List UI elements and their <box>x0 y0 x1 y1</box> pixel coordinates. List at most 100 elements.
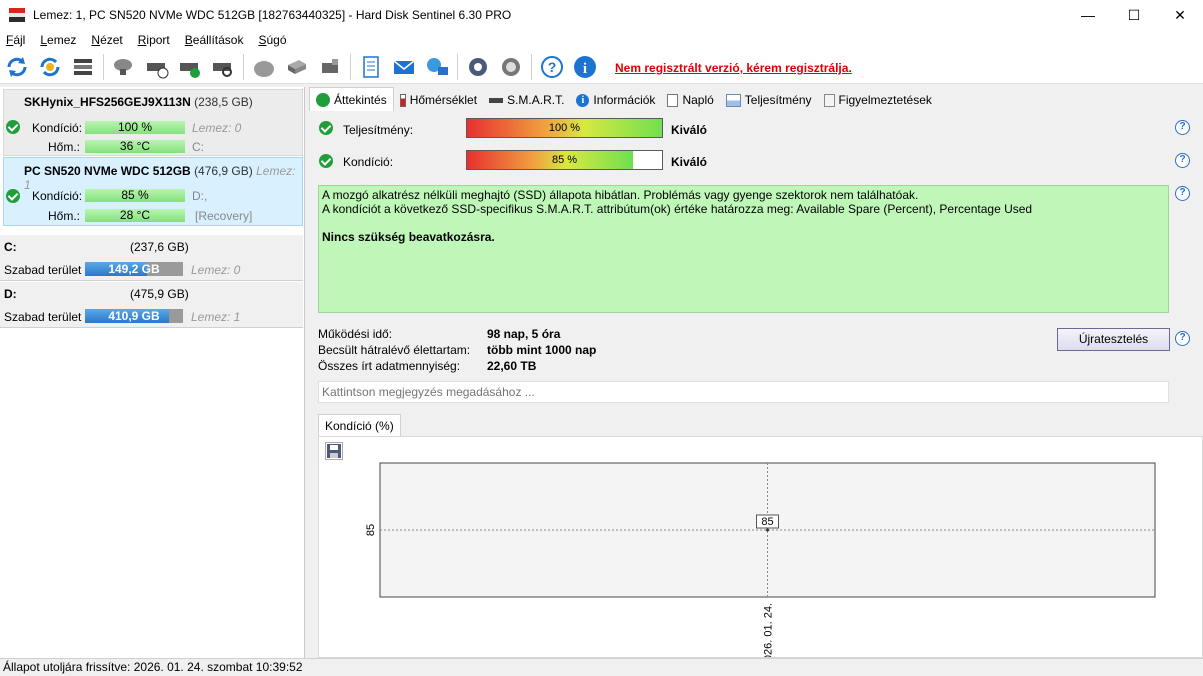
condition-value: 85 % <box>551 154 578 166</box>
sound-icon[interactable] <box>498 54 524 80</box>
help-icon[interactable]: ? <box>539 54 565 80</box>
free-space-label: Szabad terület <box>4 310 82 324</box>
temperature-bar: 36 °C <box>85 140 185 153</box>
refresh-all-icon[interactable] <box>37 54 63 80</box>
tab-smart-label: S.M.A.R.T. <box>507 93 565 107</box>
menu-file[interactable]: Fájl <box>6 33 25 47</box>
tab-smart[interactable]: S.M.A.R.T. <box>483 89 570 111</box>
tab-information[interactable]: i Információk <box>570 89 661 111</box>
tab-performance[interactable]: Teljesítmény <box>720 89 818 111</box>
status-message-line: A mozgó alkatrész nélküli meghajtó (SSD)… <box>322 188 919 202</box>
check-icon <box>316 92 330 107</box>
performance-rating: Kiváló <box>671 123 708 137</box>
menu-report[interactable]: Riport <box>138 33 170 47</box>
condition-label: Kondíció: <box>343 155 394 169</box>
disk-entry-0[interactable]: SKHynix_HFS256GEJ9X113N (238,5 GB) Kondí… <box>3 89 303 156</box>
minimize-button[interactable]: — <box>1065 0 1111 30</box>
chart-tab-condition[interactable]: Kondíció (%) <box>318 414 401 437</box>
disk-clock-icon[interactable] <box>144 54 170 80</box>
performance-label: Teljesítmény: <box>343 123 414 137</box>
written-value: 22,60 TB <box>487 359 537 373</box>
volume-entry-d[interactable]: D: (475,9 GB) Szabad terület 410,9 GB Le… <box>0 282 303 328</box>
drive-letters: C: <box>192 140 204 154</box>
free-space-value: 149,2 GB <box>108 262 160 276</box>
drive-note: Lemez: 1 <box>191 310 241 324</box>
svg-text:?: ? <box>548 59 557 75</box>
help-icon[interactable]: ? <box>1175 186 1190 201</box>
condition-value: 100 % <box>117 120 153 134</box>
data-label: 85 <box>761 516 773 528</box>
svg-text:i: i <box>583 61 587 77</box>
tab-overview[interactable]: Áttekintés <box>309 87 394 111</box>
lifetime-value: több mint 1000 nap <box>487 343 597 357</box>
menu-help-mnemonic: S <box>258 33 267 47</box>
tab-information-label: Információk <box>593 93 656 107</box>
close-button[interactable]: ✕ <box>1157 0 1203 30</box>
refresh-icon[interactable] <box>4 54 30 80</box>
status-ok-icon <box>319 121 333 135</box>
menu-settings-mnemonic: B <box>184 33 193 47</box>
help-icon[interactable]: ? <box>1175 120 1190 135</box>
tab-temperature[interactable]: Hőmérséklet <box>394 89 483 111</box>
condition-rating: Kiváló <box>671 155 708 169</box>
tab-log[interactable]: Napló <box>661 89 719 111</box>
unregistered-link[interactable]: Nem regisztrált verzió, kérem regisztrál… <box>615 61 852 75</box>
drive-icon <box>489 97 504 103</box>
close-icon: ✕ <box>1174 6 1186 23</box>
menu-help[interactable]: Súgó <box>258 33 286 47</box>
title-bar: Lemez: 1, PC SN520 NVMe WDC 512GB [18276… <box>0 0 1203 30</box>
condition-label: Kondíció: <box>32 189 83 203</box>
status-message-action: Nincs szükség beavatkozásra. <box>322 230 495 244</box>
disk-entry-1[interactable]: PC SN520 NVMe WDC 512GB (476,9 GB) Lemez… <box>3 157 303 226</box>
menu-view[interactable]: Nézet <box>91 33 122 47</box>
performance-meter: 100 % <box>466 118 663 138</box>
surface-test-icon[interactable] <box>251 54 277 80</box>
status-ok-icon <box>6 120 20 134</box>
info-icon[interactable]: i <box>572 54 598 80</box>
hdd-icon[interactable] <box>284 54 310 80</box>
condition-meter: 85 % <box>466 150 663 170</box>
network-icon[interactable] <box>424 54 450 80</box>
minimize-icon: — <box>1081 7 1095 23</box>
condition-chart: 85 85 2026. 01. 24. <box>365 462 1156 657</box>
volume-letter: D: <box>4 287 17 301</box>
menu-settings[interactable]: Beállítások <box>185 33 244 47</box>
disk-list-icon[interactable] <box>70 54 96 80</box>
toolbar-separator <box>243 53 244 80</box>
help-icon[interactable]: ? <box>1175 153 1190 168</box>
menu-disk[interactable]: Lemez <box>40 33 76 47</box>
maximize-button[interactable]: ☐ <box>1111 0 1157 30</box>
toolbar-separator <box>457 53 458 80</box>
disk-search-icon[interactable] <box>210 54 236 80</box>
toolbar-separator <box>531 53 532 80</box>
thermometer-icon <box>399 93 406 107</box>
disk-test-icon[interactable] <box>111 54 137 80</box>
recovery-label: [Recovery] <box>195 209 253 223</box>
y-tick-label: 85 <box>365 524 377 536</box>
condition-bar: 85 % <box>85 189 185 202</box>
report-icon[interactable] <box>358 54 384 80</box>
volume-entry-c[interactable]: C: (237,6 GB) Szabad terület 149,2 GB Le… <box>0 235 303 281</box>
tab-temperature-label: Hőmérséklet <box>409 93 478 107</box>
temperature-label: Hőm.: <box>48 209 81 223</box>
disk-ok-icon[interactable] <box>177 54 203 80</box>
menu-view-mnemonic: N <box>91 33 101 47</box>
retest-button[interactable]: Újratesztelés <box>1057 328 1170 351</box>
volume-size: (475,9 GB) <box>130 287 189 301</box>
status-ok-icon <box>319 154 333 168</box>
tab-alerts[interactable]: Figyelmeztetések <box>818 89 938 111</box>
lifetime-label: Becsült hátralévő élettartam: <box>318 343 471 357</box>
drive-bay-icon[interactable] <box>317 54 343 80</box>
email-icon[interactable] <box>391 54 417 80</box>
toolbar: ? i <box>0 50 1203 84</box>
condition-label: Kondíció: <box>32 121 83 135</box>
help-icon[interactable]: ? <box>1175 331 1190 346</box>
status-message-line: A kondíciót a következő SSD-specifikus S… <box>322 202 1033 216</box>
menu-help-label: úgó <box>266 33 287 47</box>
gear-icon[interactable] <box>465 54 491 80</box>
note-input[interactable] <box>318 381 1169 403</box>
status-message-spacer <box>322 216 1165 230</box>
alert-document-icon <box>823 93 835 107</box>
info-icon: i <box>576 93 590 107</box>
app-window: Lemez: 1, PC SN520 NVMe WDC 512GB [18276… <box>0 0 1203 676</box>
